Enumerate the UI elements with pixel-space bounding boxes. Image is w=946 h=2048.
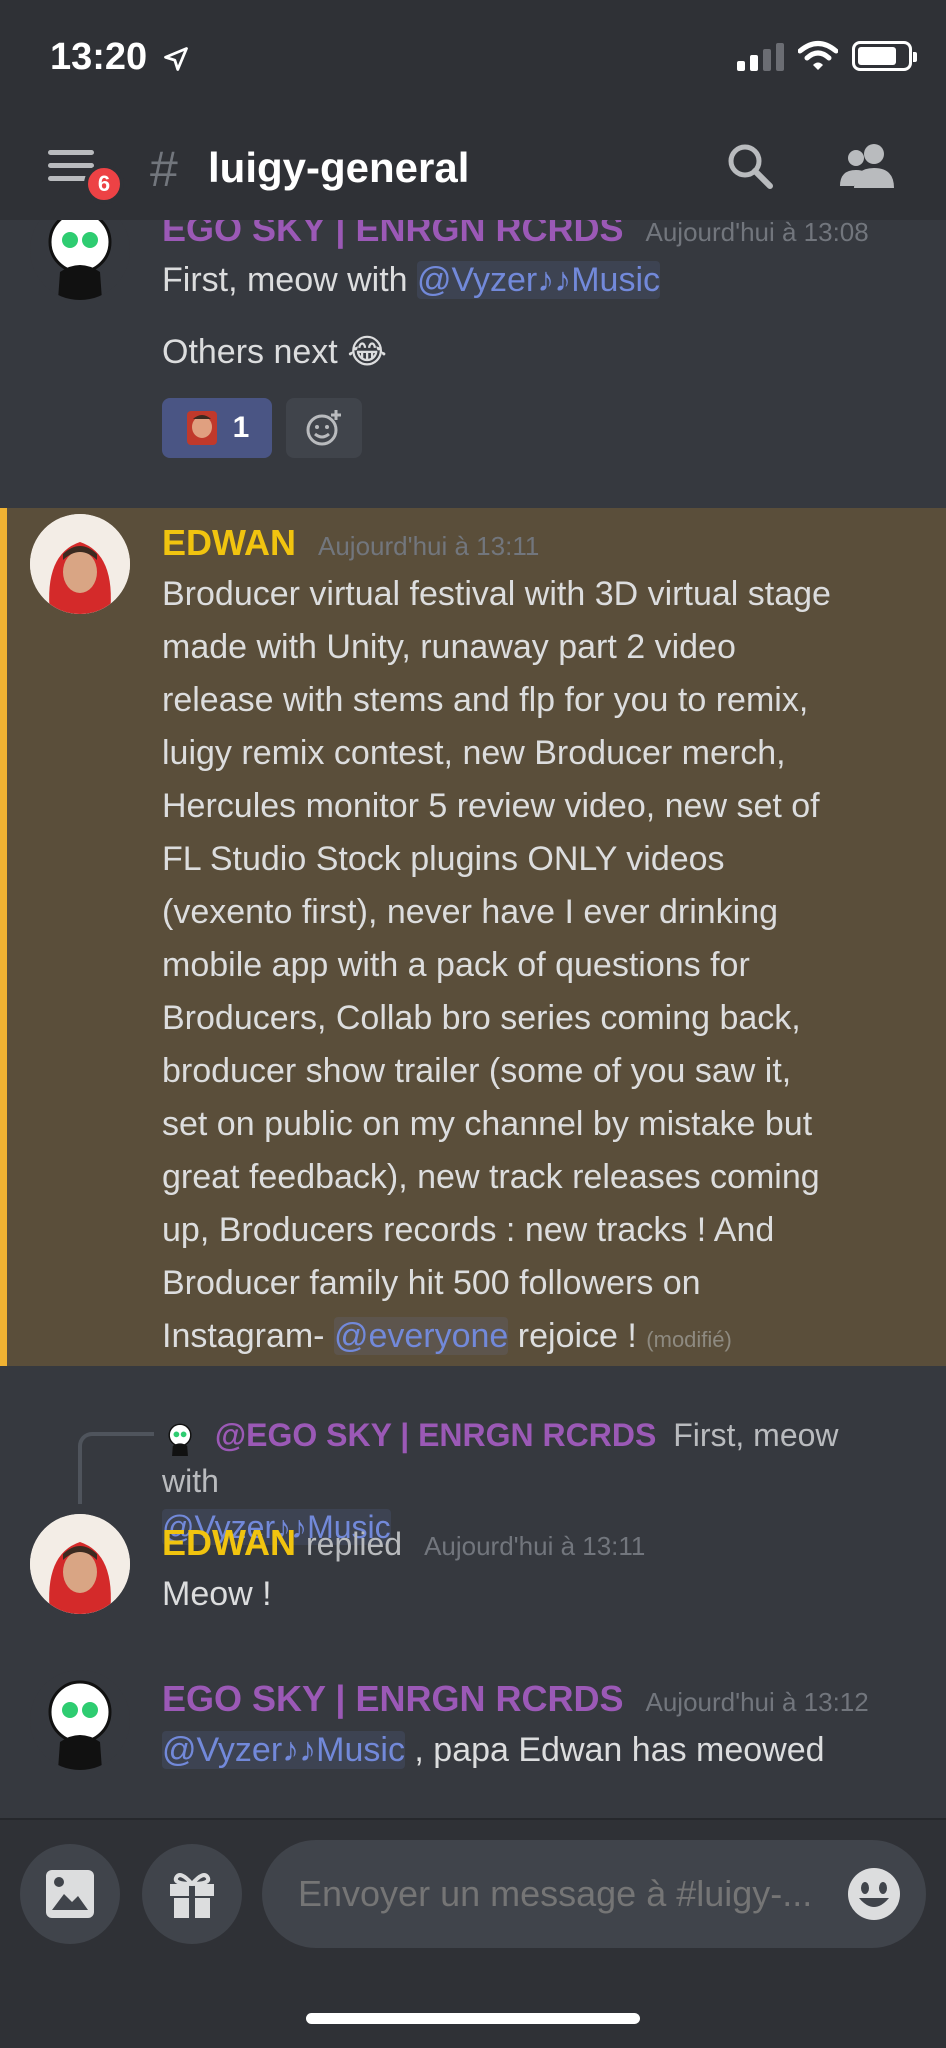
image-icon <box>46 1870 94 1918</box>
gift-button[interactable] <box>142 1844 242 1944</box>
notification-badge: 6 <box>84 164 124 204</box>
message-text: First, meow with @Vyzer♪♪Music <box>162 261 660 299</box>
message-text: Others next 😂 <box>162 333 387 371</box>
channel-hash-icon: # <box>150 141 178 197</box>
timestamp: Aujourd'hui à 13:11 <box>318 531 540 561</box>
channel-title[interactable]: luigy-general <box>208 144 469 192</box>
avatar[interactable] <box>30 1514 130 1614</box>
edited-label: (modifié) <box>646 1327 732 1352</box>
reaction-count: 1 <box>232 411 250 444</box>
user-mention[interactable]: @Vyzer♪♪Music <box>162 1731 405 1769</box>
wifi-icon <box>798 41 838 70</box>
message-header: EGO SKY | ENRGN RCRDS Aujourd'hui à 13:1… <box>162 1678 869 1720</box>
reply-author[interactable]: @EGO SKY | ENRGN RCRDS <box>215 1417 656 1453</box>
avatar[interactable] <box>30 514 130 614</box>
user-mention[interactable]: @Vyzer♪♪Music <box>417 261 660 299</box>
signal-icon <box>737 41 784 71</box>
reply-connector <box>78 1432 154 1504</box>
message-text: Broducer virtual festival with 3D virtua… <box>162 575 831 1355</box>
members-icon[interactable] <box>838 142 900 190</box>
timestamp: Aujourd'hui à 13:11 <box>424 1531 646 1561</box>
reply-avatar <box>168 1423 192 1456</box>
timestamp: Aujourd'hui à 13:12 <box>645 1687 869 1717</box>
status-time: 13:20 <box>50 36 190 79</box>
gift-icon <box>170 1873 214 1918</box>
emoji-icon[interactable] <box>846 1866 902 1922</box>
reaction-chip[interactable]: 1 <box>162 398 272 458</box>
replied-label: replied <box>306 1526 403 1562</box>
author-name[interactable]: EDWAN <box>162 1522 296 1564</box>
author-name[interactable]: EGO SKY | ENRGN RCRDS <box>162 1678 623 1720</box>
add-reaction-icon <box>306 410 341 446</box>
message-header: EDWAN replied Aujourd'hui à 13:11 <box>162 1522 645 1564</box>
everyone-mention[interactable]: @everyone <box>333 1317 509 1355</box>
message-header: EDWAN Aujourd'hui à 13:11 <box>162 522 539 564</box>
status-icons <box>737 40 917 72</box>
battery-icon <box>852 41 917 71</box>
location-arrow-icon <box>163 47 188 71</box>
attach-image-button[interactable] <box>20 1844 120 1944</box>
author-name[interactable]: EDWAN <box>162 522 296 564</box>
home-indicator[interactable] <box>306 2013 640 2024</box>
timestamp: Aujourd'hui à 13:08 <box>645 217 869 247</box>
message-input[interactable] <box>262 1840 926 1948</box>
message-text: Meow ! <box>162 1575 272 1613</box>
search-icon[interactable] <box>724 140 776 192</box>
avatar[interactable] <box>30 1670 130 1770</box>
top-bar: 13:20 6 # luigy-general <box>0 0 946 220</box>
add-reaction-button[interactable] <box>286 398 362 458</box>
custom-emoji-icon <box>186 411 217 445</box>
message-text: @Vyzer♪♪Music , papa Edwan has meowed <box>162 1731 825 1769</box>
